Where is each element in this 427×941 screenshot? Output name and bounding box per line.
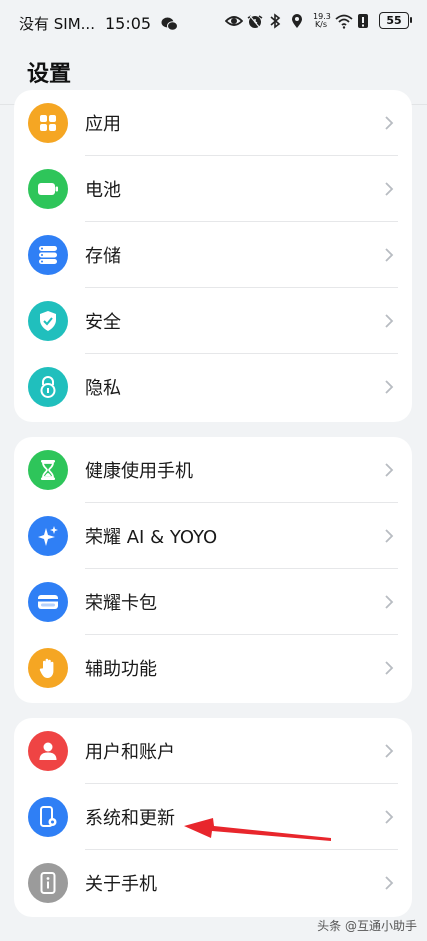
wechat-icon <box>161 16 179 32</box>
watermark-text: 头条 @互通小助手 <box>317 919 417 933</box>
bluetooth-icon <box>269 12 285 29</box>
chevron-right-icon <box>385 744 394 758</box>
clock-time: 15:05 <box>104 14 152 33</box>
user-icon <box>28 731 68 771</box>
hand-icon <box>28 648 68 688</box>
chevron-right-icon <box>385 876 394 890</box>
settings-item-users-accounts[interactable]: 用户和账户 <box>14 718 412 784</box>
settings-item-battery[interactable]: 电池 <box>14 156 412 222</box>
settings-item-label: 安全 <box>85 312 121 333</box>
chevron-right-icon <box>385 314 394 328</box>
phone-gear-icon <box>28 797 68 837</box>
chevron-right-icon <box>385 463 394 477</box>
alert-icon <box>357 13 373 29</box>
chevron-right-icon <box>385 380 394 394</box>
hourglass-icon <box>28 450 68 490</box>
settings-item-system-updates[interactable]: 系统和更新 <box>14 784 412 850</box>
settings-group-2: 健康使用手机 荣耀 AI & YOYO 荣耀卡包 辅助功能 <box>14 437 412 703</box>
settings-item-digital-balance[interactable]: 健康使用手机 <box>14 437 412 503</box>
status-right: 19.3 K/s 55 <box>224 12 412 29</box>
settings-item-security[interactable]: 安全 <box>14 288 412 354</box>
settings-item-apps[interactable]: 应用 <box>14 90 412 156</box>
settings-item-label: 荣耀 AI & YOYO <box>85 527 218 548</box>
status-left: 没有 SIM... 15:05 <box>19 13 179 34</box>
page-title: 设置 <box>27 62 72 87</box>
apps-icon <box>28 103 68 143</box>
settings-group-1: 应用 电池 存储 安全 隐私 <box>14 90 412 422</box>
net-speed-unit: K/s <box>314 19 328 29</box>
status-bar: 没有 SIM... 15:05 19.3 K/s 55 <box>0 0 427 46</box>
settings-item-honor-ai[interactable]: 荣耀 AI & YOYO <box>14 503 412 569</box>
shield-icon <box>28 301 68 341</box>
storage-icon <box>28 235 68 275</box>
settings-item-label: 用户和账户 <box>85 742 175 763</box>
settings-item-wallet[interactable]: 荣耀卡包 <box>14 569 412 635</box>
eye-icon <box>224 13 244 29</box>
settings-item-label: 辅助功能 <box>85 659 157 680</box>
battery-indicator: 55 <box>379 12 412 29</box>
info-icon <box>28 863 68 903</box>
sparkle-icon <box>28 516 68 556</box>
net-speed: 19.3 K/s <box>313 12 331 29</box>
chevron-right-icon <box>385 595 394 609</box>
settings-item-storage[interactable]: 存储 <box>14 222 412 288</box>
settings-group-3: 用户和账户 系统和更新 关于手机 <box>14 718 412 917</box>
chevron-right-icon <box>385 182 394 196</box>
alarm-icon <box>247 13 263 29</box>
settings-item-privacy[interactable]: 隐私 <box>14 354 412 420</box>
settings-item-label: 健康使用手机 <box>85 461 193 482</box>
lock-icon <box>28 367 68 407</box>
battery-icon <box>28 169 68 209</box>
chevron-right-icon <box>385 529 394 543</box>
settings-item-label: 系统和更新 <box>85 808 175 829</box>
carrier-text: 没有 SIM... <box>19 15 95 33</box>
settings-item-about-phone[interactable]: 关于手机 <box>14 850 412 916</box>
location-icon <box>291 13 307 29</box>
settings-item-label: 存储 <box>85 246 121 267</box>
wifi-icon <box>335 13 353 29</box>
settings-item-label: 电池 <box>85 180 121 201</box>
chevron-right-icon <box>385 116 394 130</box>
chevron-right-icon <box>385 661 394 675</box>
settings-item-label: 应用 <box>85 114 121 135</box>
chevron-right-icon <box>385 810 394 824</box>
wallet-icon <box>28 582 68 622</box>
settings-item-label: 荣耀卡包 <box>85 593 157 614</box>
chevron-right-icon <box>385 248 394 262</box>
settings-item-label: 隐私 <box>85 378 121 399</box>
settings-item-label: 关于手机 <box>85 874 157 895</box>
settings-item-accessibility[interactable]: 辅助功能 <box>14 635 412 701</box>
